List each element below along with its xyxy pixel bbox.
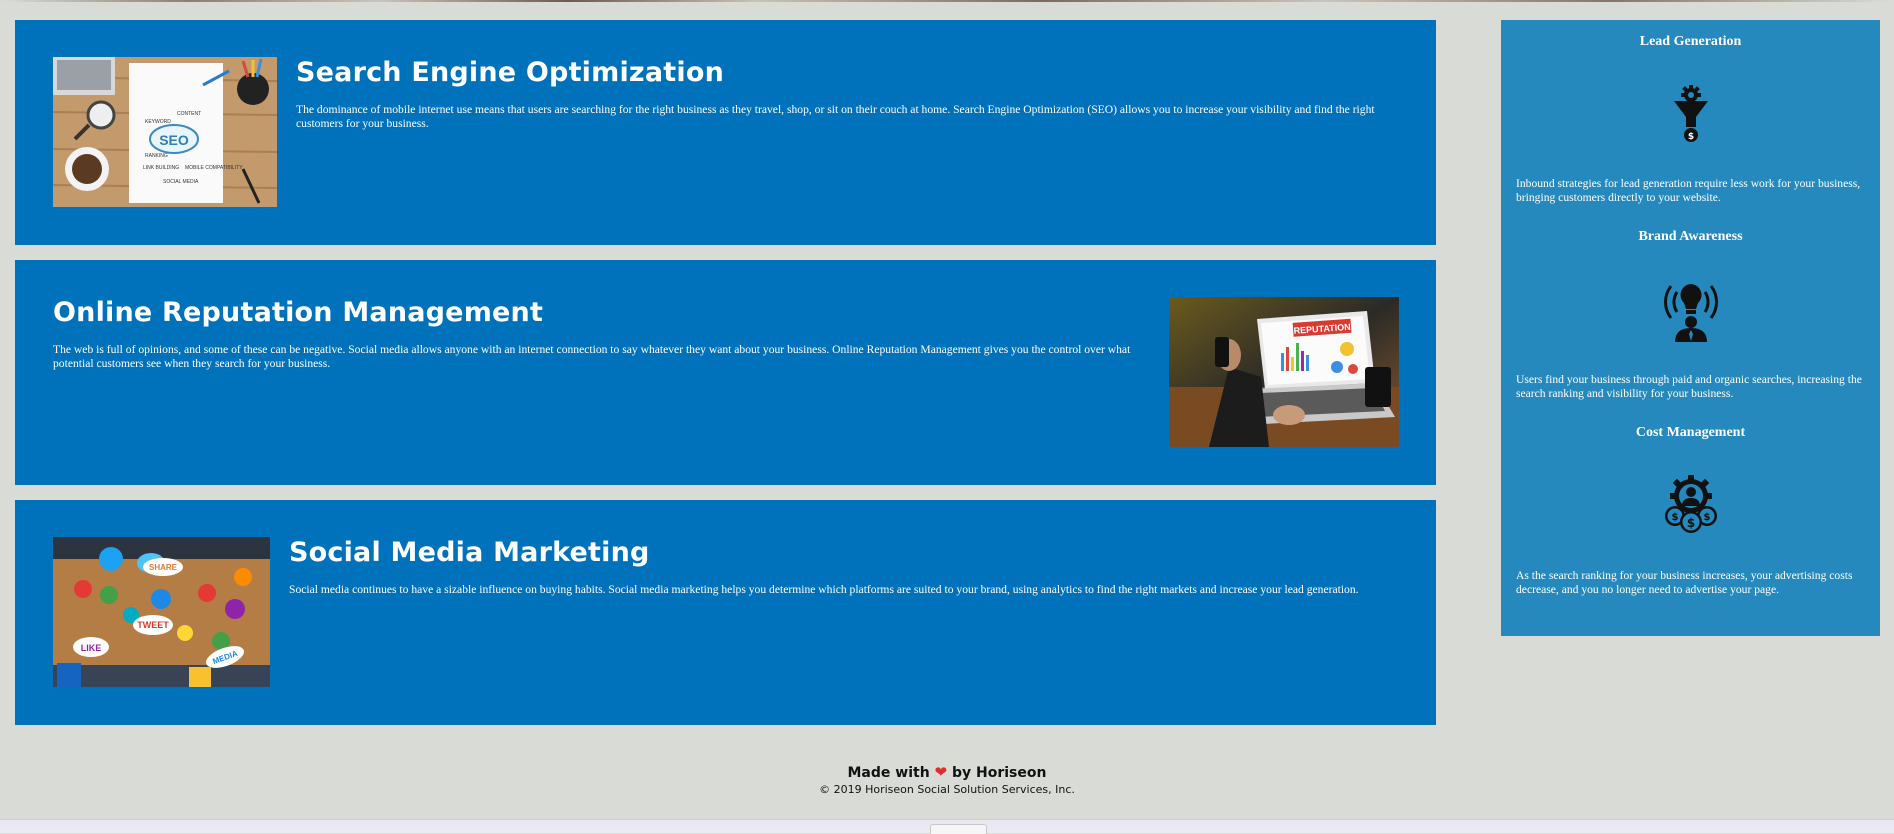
social-media-section: SHARE TWEET LIKE MEDIA Social Media Mark… — [15, 500, 1436, 725]
bottom-tab-handle[interactable] — [930, 824, 987, 834]
svg-text:$: $ — [1704, 512, 1711, 523]
social-media-title: Social Media Marketing — [289, 537, 650, 568]
reputation-image: REPUTATION — [1169, 297, 1399, 447]
seo-description: The dominance of mobile internet use mea… — [296, 103, 1375, 130]
reputation-description: The web is full of opinions, and some of… — [53, 343, 1131, 370]
seo-image-word: MOBILE COMPATIBILITY — [185, 165, 243, 171]
reputation-title: Online Reputation Management — [53, 297, 544, 328]
copyright: © 2019 Horiseon Social Solution Services… — [819, 783, 1075, 796]
seo-section: SEO KEYWORD CONTENT RANKING LINK BUILDIN… — [15, 20, 1436, 245]
seo-image-label: SEO — [159, 132, 189, 148]
social-media-description: Social media continues to have a sizable… — [289, 583, 1359, 596]
reputation-section: Online Reputation Management The web is … — [15, 260, 1436, 485]
lead-generation-icon: $ — [1666, 85, 1716, 145]
social-image-word: LIKE — [81, 643, 102, 653]
cost-management-title: Cost Management — [1635, 425, 1746, 440]
seo-image: SEO KEYWORD CONTENT RANKING LINK BUILDIN… — [53, 57, 277, 207]
svg-text:$: $ — [1688, 132, 1694, 142]
window-bottom-bar — [0, 819, 1894, 834]
social-image-word: SHARE — [149, 563, 178, 572]
seo-image-word: CONTENT — [177, 111, 201, 117]
svg-text:$: $ — [1687, 516, 1695, 530]
by-horiseon-text: by Horiseon — [952, 765, 1047, 781]
seo-image-word: SOCIAL MEDIA — [163, 179, 199, 185]
cost-management-text: As the search ranking for your business … — [1516, 569, 1853, 596]
lead-generation-text: Inbound strategies for lead generation r… — [1516, 177, 1861, 204]
top-image-edge — [0, 0, 1894, 2]
brand-awareness-icon — [1661, 278, 1721, 342]
made-with-text: Made with — [847, 765, 930, 781]
seo-image-word: KEYWORD — [145, 119, 171, 125]
social-media-image: SHARE TWEET LIKE MEDIA — [53, 537, 270, 687]
seo-image-word: RANKING — [145, 153, 168, 159]
heart-icon: ❤ — [934, 763, 948, 781]
cost-management-icon: $ $ $ — [1661, 474, 1721, 534]
svg-text:$: $ — [1672, 512, 1679, 523]
lead-generation-title: Lead Generation — [1639, 34, 1742, 49]
brand-awareness-title: Brand Awareness — [1638, 229, 1743, 244]
seo-image-word: LINK BUILDING — [143, 165, 179, 171]
made-with-line: Made with ❤ by Horiseon — [0, 762, 1894, 783]
footer: Made with ❤ by Horiseon © 2019 Horiseon … — [0, 762, 1894, 797]
benefits-sidebar: Lead Generation $ Inbound strategies for… — [1501, 20, 1880, 636]
seo-title: Search Engine Optimization — [296, 57, 724, 88]
social-image-word: TWEET — [137, 620, 169, 630]
brand-awareness-text: Users find your business through paid an… — [1516, 373, 1862, 400]
